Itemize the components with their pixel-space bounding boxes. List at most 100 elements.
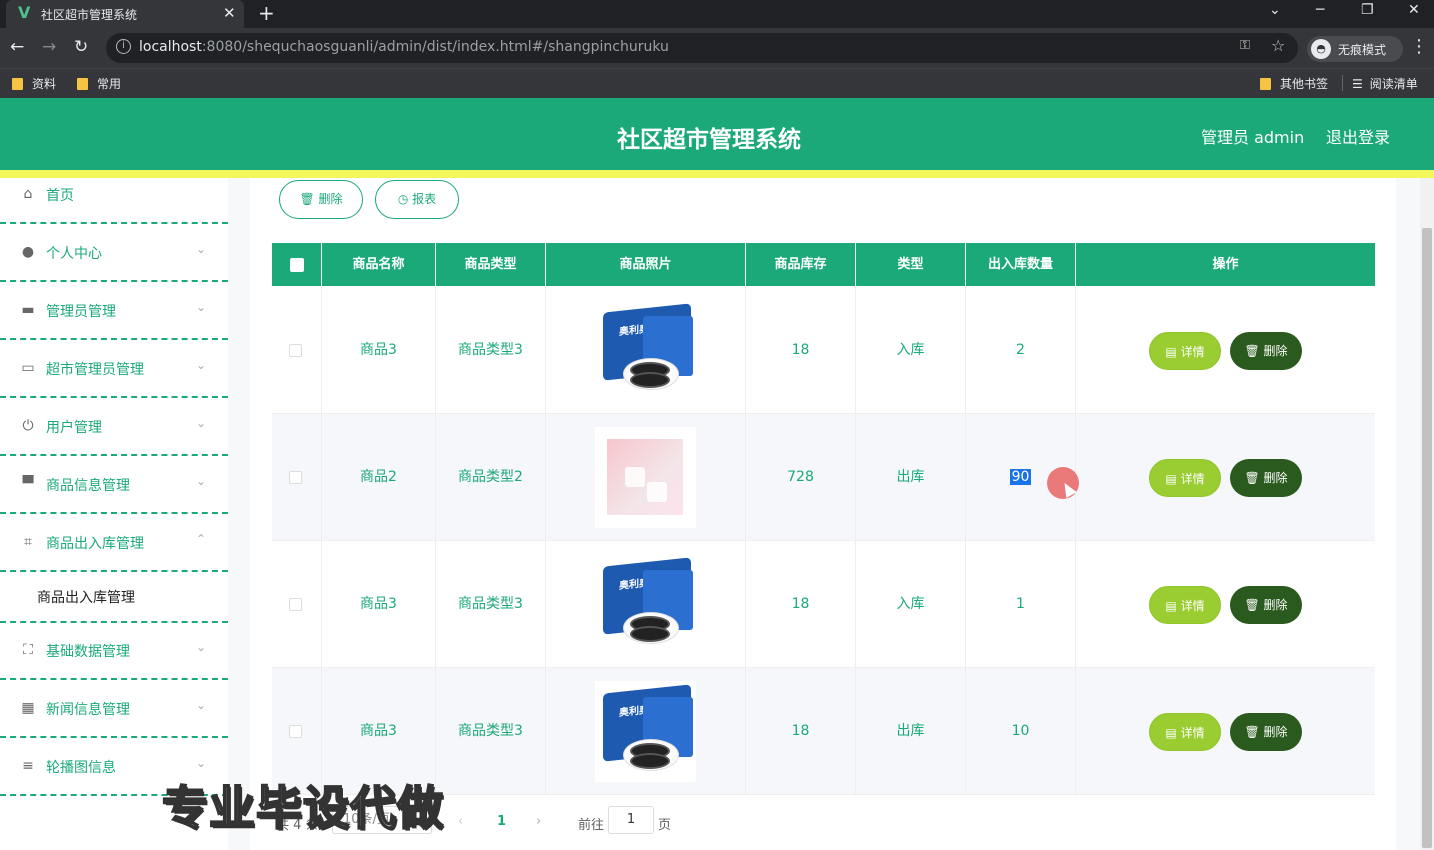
checkbox-cell: [272, 541, 322, 668]
back-icon[interactable]: ←: [10, 37, 24, 57]
info-icon[interactable]: i: [116, 39, 131, 54]
goto-page-input[interactable]: 1: [608, 806, 654, 834]
watermark: 专业毕设代做: [161, 780, 444, 836]
bookmark-folder[interactable]: 常用: [77, 75, 121, 92]
product-name: 商品3: [322, 541, 436, 668]
delete-button[interactable]: 🗑︎ 删除: [1230, 332, 1302, 370]
product-photo: 奥利奥: [595, 681, 696, 782]
reload-icon[interactable]: ↻: [74, 37, 88, 57]
tab-title: 社区超市管理系统: [41, 8, 138, 22]
incognito-badge[interactable]: ◓ 无痕模式: [1307, 36, 1403, 62]
inout-kind: 出库: [856, 414, 966, 541]
close-window-icon[interactable]: ✕: [1408, 2, 1420, 18]
clock-icon: ◷: [397, 192, 409, 206]
product-type: 商品类型3: [436, 668, 546, 795]
quantity: 2: [966, 287, 1076, 414]
sidebar-item-news[interactable]: ▦ 新闻信息管理 ⌄: [0, 681, 228, 738]
document-icon: ▤: [1165, 726, 1177, 740]
table-header: 商品名称 商品类型 商品照片 商品库存 类型 出入库数量 操作: [272, 243, 1375, 286]
page-number-current[interactable]: 1: [497, 814, 506, 829]
document-icon: ▤: [1165, 599, 1177, 613]
stand-icon: ▀: [22, 476, 34, 492]
row-checkbox[interactable]: [289, 598, 302, 611]
delete-button[interactable]: 🗑︎ 删除: [1230, 586, 1302, 624]
app-header: 社区超市管理系统 管理员 admin 退出登录: [0, 98, 1434, 170]
card-icon: ▭: [21, 360, 35, 376]
forward-icon[interactable]: →: [42, 37, 56, 57]
table-row: 商品3 商品类型3 18 入库 1 奥利奥 ▤ 详情 🗑︎ 删除: [272, 541, 1375, 668]
reading-list[interactable]: ☰ 阅读清单: [1352, 75, 1418, 92]
chevron-up-icon: ⌃: [196, 532, 207, 546]
prev-page-icon[interactable]: ‹: [458, 814, 463, 829]
quantity: 1: [966, 541, 1076, 668]
detail-button[interactable]: ▤ 详情: [1149, 586, 1221, 624]
home-icon: ⌂: [23, 186, 33, 202]
product-type: 商品类型3: [436, 541, 546, 668]
scrollbar-thumb[interactable]: [1422, 228, 1432, 848]
detail-button[interactable]: ▤ 详情: [1149, 713, 1221, 751]
batch-delete-button[interactable]: 🗑︎ 删除: [279, 180, 363, 219]
sidebar-item-stock-inout[interactable]: ⌗ 商品出入库管理 ⌃: [0, 515, 228, 572]
chevron-down-icon: ⌄: [196, 242, 207, 256]
url-text[interactable]: localhost:8080/shequchaosguanli/admin/di…: [139, 39, 669, 55]
column-header: 商品类型: [436, 243, 546, 286]
logout-link[interactable]: 退出登录: [1326, 124, 1390, 148]
checkbox-cell: [272, 414, 322, 541]
chevron-down-icon: ⌄: [196, 640, 207, 654]
chevron-down-icon: ⌄: [196, 358, 207, 372]
chevron-down-icon: ⌄: [196, 300, 207, 314]
page-unit-label: 页: [658, 818, 672, 833]
next-page-icon[interactable]: ›: [536, 814, 541, 829]
row-checkbox[interactable]: [289, 471, 302, 484]
detail-button[interactable]: ▤ 详情: [1149, 332, 1221, 370]
report-button[interactable]: ◷ 报表: [375, 180, 459, 219]
bookmark-folder[interactable]: 资料: [12, 75, 56, 92]
browser-tab-strip: V 社区超市管理系统 ✕ + ⌄ ─ ❐ ✕: [0, 0, 1434, 28]
row-checkbox[interactable]: [289, 344, 302, 357]
crop-icon: ⌗: [24, 534, 32, 550]
column-header: 商品名称: [322, 243, 436, 286]
trash-icon: 🗑︎: [1244, 598, 1260, 612]
trash-icon: 🗑︎: [1244, 471, 1260, 485]
bookmark-star-icon[interactable]: ☆: [1271, 36, 1285, 55]
delete-button[interactable]: 🗑︎ 删除: [1230, 713, 1302, 751]
delete-button[interactable]: 🗑︎ 删除: [1230, 459, 1302, 497]
browser-tab[interactable]: V 社区超市管理系统 ✕: [6, 0, 244, 28]
trash-icon: 🗑︎: [1244, 725, 1260, 739]
new-tab-icon[interactable]: +: [258, 1, 275, 25]
stock: 18: [746, 541, 856, 668]
folder-icon: [1260, 78, 1271, 90]
reading-list-icon: ☰: [1352, 77, 1363, 91]
sidebar-item-products[interactable]: ▀ 商品信息管理 ⌄: [0, 457, 228, 514]
sidebar-item-admins[interactable]: ▬ 管理员管理 ⌄: [0, 283, 228, 340]
cookie: [630, 753, 670, 769]
bookmark-folder[interactable]: 其他书签: [1260, 75, 1328, 92]
close-tab-icon[interactable]: ✕: [223, 4, 236, 22]
row-checkbox[interactable]: [289, 725, 302, 738]
sidebar-item-users[interactable]: ⏻ 用户管理 ⌄: [0, 399, 228, 456]
cookie: [630, 372, 670, 388]
key-icon[interactable]: ⚿: [1240, 38, 1250, 53]
restore-icon[interactable]: ❐: [1361, 2, 1374, 18]
stock: 728: [746, 414, 856, 541]
pink-item: [625, 467, 645, 487]
sidebar-item-profile[interactable]: ● 个人中心 ⌄: [0, 225, 228, 282]
table-row: 商品2 商品类型2 728 出库 90 ▤ 详情 🗑︎ 删除: [272, 414, 1375, 541]
detail-button[interactable]: ▤ 详情: [1149, 459, 1221, 497]
site-title: 社区超市管理系统: [617, 127, 801, 153]
monitor-icon: ▬: [21, 302, 35, 318]
tab-search-icon[interactable]: ⌄: [1269, 2, 1281, 18]
chevron-down-icon: ⌄: [196, 416, 207, 430]
select-all-checkbox[interactable]: [290, 258, 304, 272]
minimize-icon[interactable]: ─: [1316, 2, 1324, 18]
menu-kebab-icon[interactable]: ⋮: [1410, 36, 1428, 57]
select-all-cell: [272, 243, 322, 286]
grid-icon: ▦: [21, 700, 35, 716]
sidebar-item-home[interactable]: ⌂ 首页: [0, 167, 228, 224]
sidebar-item-market-admins[interactable]: ▭ 超市管理员管理 ⌄: [0, 341, 228, 398]
sidebar-item-base-data[interactable]: ⛶ 基础数据管理 ⌄: [0, 623, 228, 680]
folder-icon: [12, 78, 23, 90]
page-scrollbar[interactable]: [1420, 178, 1434, 850]
url-bar[interactable]: i localhost:8080/shequchaosguanli/admin/…: [106, 33, 1298, 63]
incognito-icon: ◓: [1311, 39, 1331, 59]
